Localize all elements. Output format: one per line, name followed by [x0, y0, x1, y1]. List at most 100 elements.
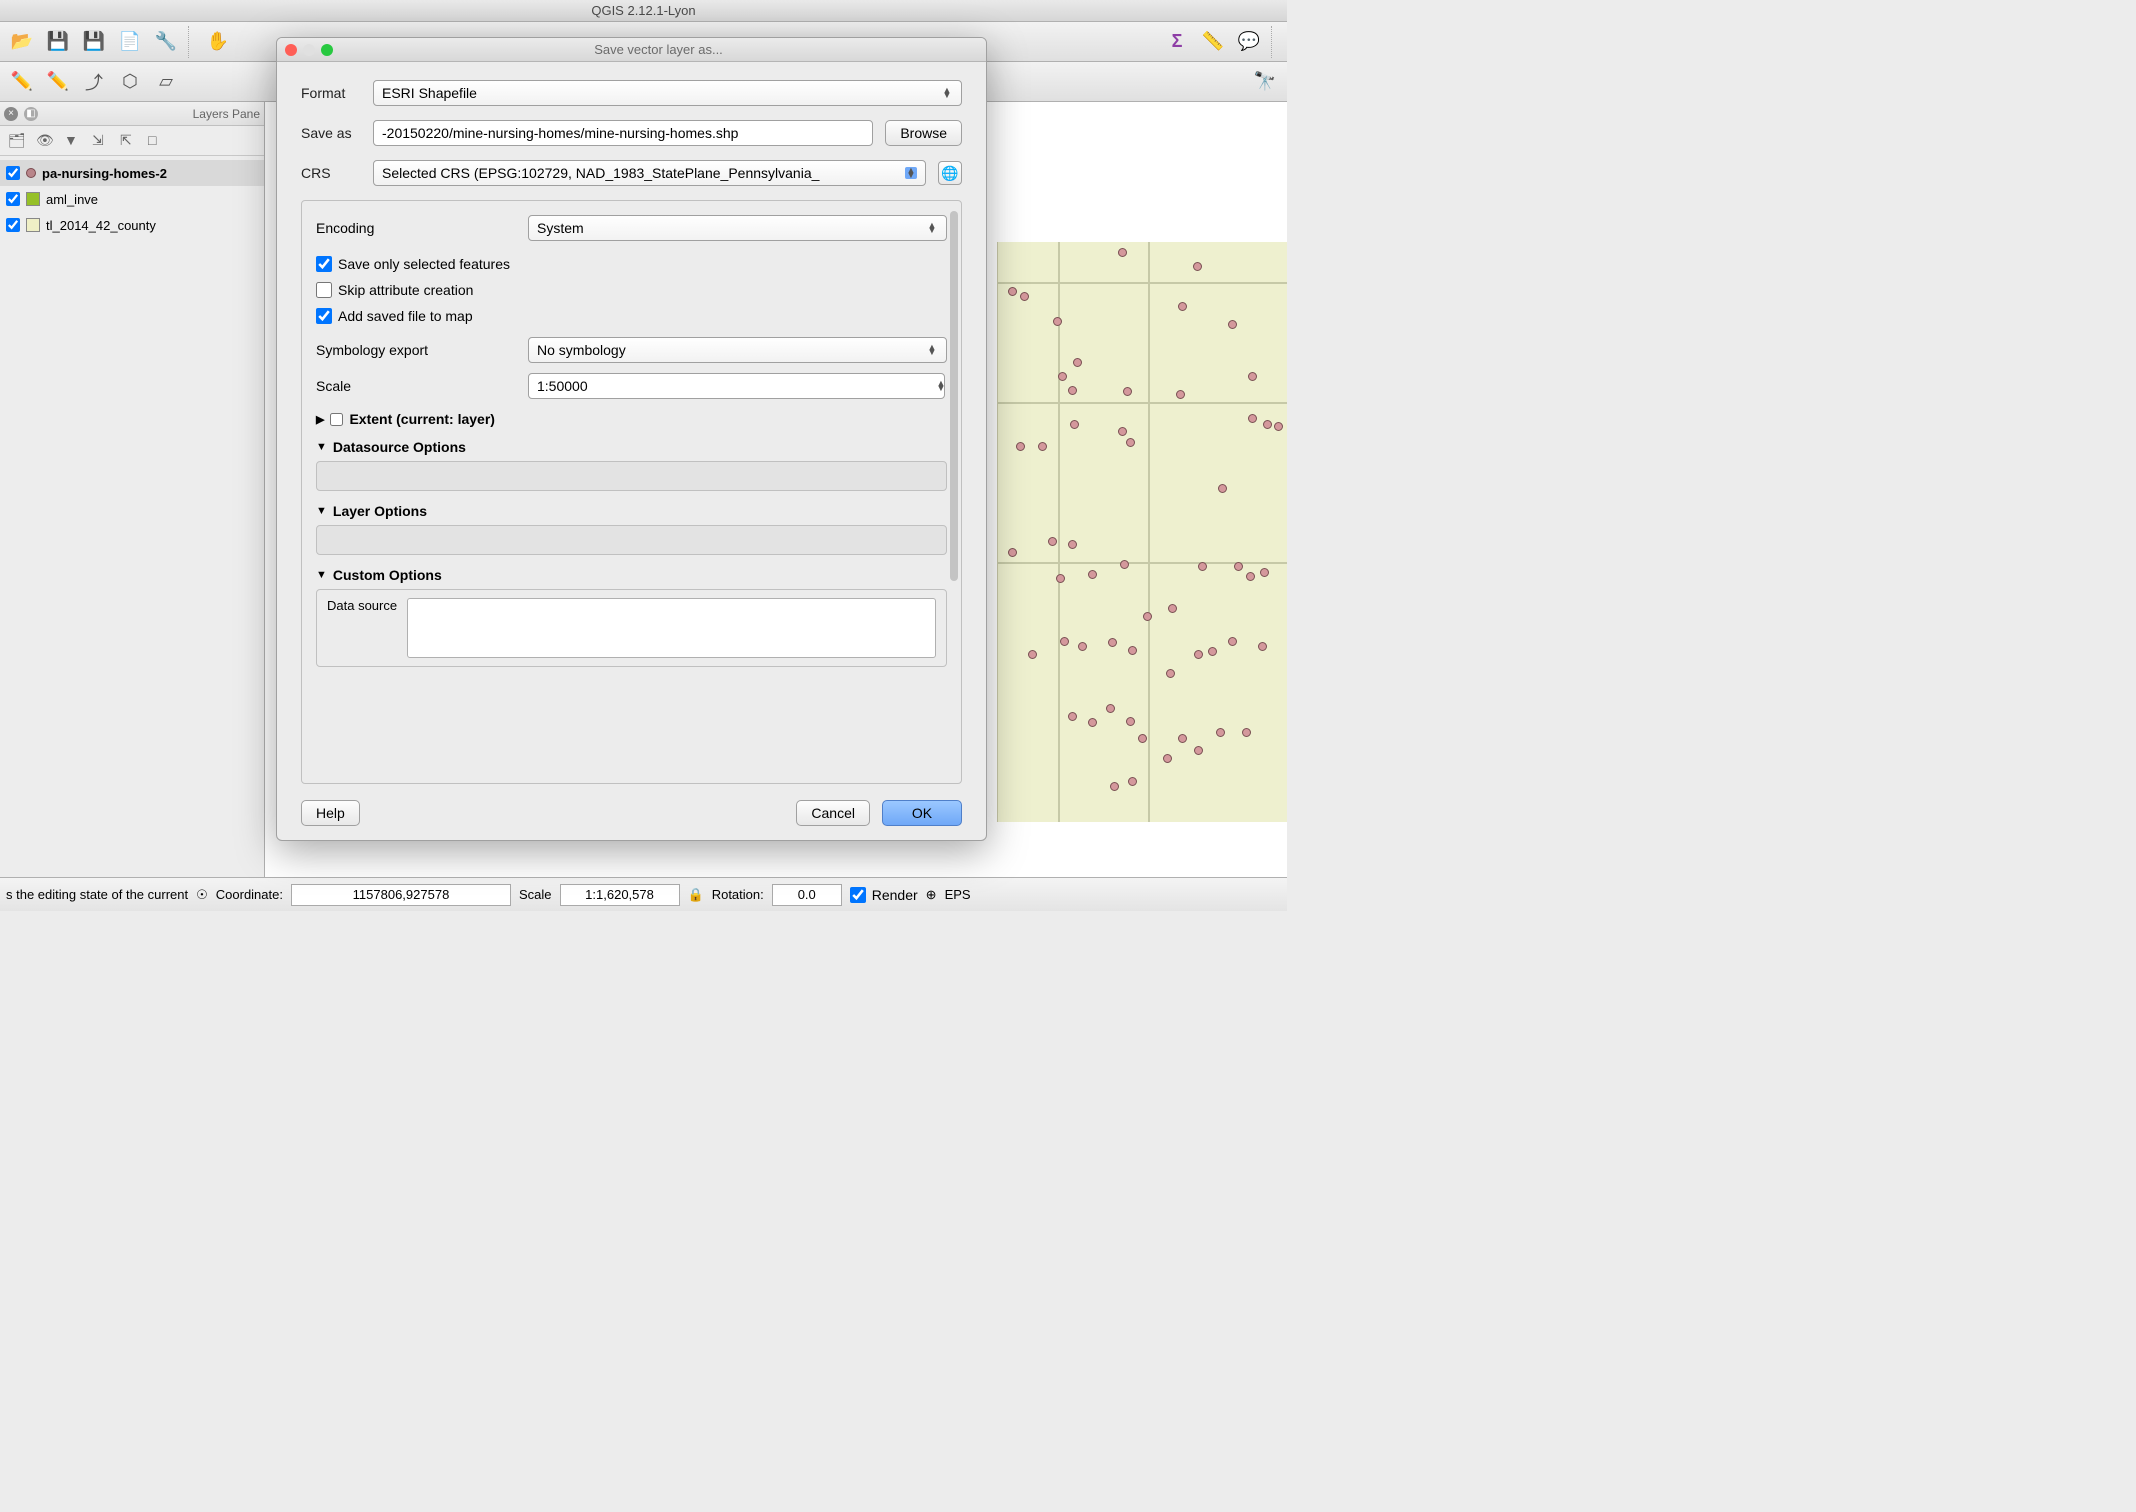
minimize-window-icon[interactable]: [303, 44, 315, 56]
saveas-input[interactable]: -20150220/mine-nursing-homes/mine-nursin…: [373, 120, 873, 146]
arc-icon[interactable]: ⤴: [78, 66, 110, 98]
scale-input[interactable]: 1:50000: [528, 373, 945, 399]
layer-visibility-checkbox[interactable]: [6, 218, 20, 232]
map-region: [997, 242, 1287, 822]
layer-row[interactable]: pa-nursing-homes-2: [0, 160, 264, 186]
select-crs-icon[interactable]: 🌐: [938, 161, 962, 185]
visibility-icon[interactable]: 👁: [36, 132, 54, 150]
ok-button[interactable]: OK: [882, 800, 962, 826]
add-group-icon[interactable]: 🗂: [8, 132, 26, 150]
expand-icon[interactable]: ⇲: [92, 132, 110, 150]
new-layer-icon[interactable]: 📄: [114, 26, 146, 58]
map-point: [1208, 647, 1217, 656]
map-point: [1038, 442, 1047, 451]
map-point: [1028, 650, 1037, 659]
comment-icon[interactable]: 💬: [1233, 26, 1265, 58]
layer-name: pa-nursing-homes-2: [42, 166, 167, 181]
browse-button[interactable]: Browse: [885, 120, 962, 146]
app-titlebar: QGIS 2.12.1-Lyon: [0, 0, 1287, 22]
save-selected-checkbox[interactable]: [316, 256, 332, 272]
render-checkbox-label[interactable]: Render: [850, 882, 918, 908]
open-folder-icon[interactable]: 📂: [6, 26, 38, 58]
add-to-map-checkbox-row[interactable]: Add saved file to map: [316, 303, 947, 329]
tools-icon[interactable]: 🔧: [150, 26, 182, 58]
map-point: [1198, 562, 1207, 571]
map-point: [1068, 712, 1077, 721]
map-point: [1118, 427, 1127, 436]
extent-disclosure[interactable]: ▶ Extent (current: layer): [316, 411, 947, 427]
layer-name: aml_inve: [46, 192, 98, 207]
crs-combo[interactable]: Selected CRS (EPSG:102729, NAD_1983_Stat…: [373, 160, 926, 186]
map-point: [1263, 420, 1272, 429]
layers-list: pa-nursing-homes-2 aml_inve tl_2014_42_c…: [0, 156, 264, 242]
binoculars-icon[interactable]: 🔭: [1249, 66, 1281, 98]
save-selected-checkbox-row[interactable]: Save only selected features: [316, 251, 947, 277]
layer-options-disclosure[interactable]: ▼ Layer Options: [316, 503, 947, 519]
render-checkbox[interactable]: [850, 887, 866, 903]
save-project-icon[interactable]: 💾: [78, 26, 110, 58]
map-point: [1178, 734, 1187, 743]
edit-multi-icon[interactable]: ✏️: [42, 66, 74, 98]
collapse-icon[interactable]: ⇱: [120, 132, 138, 150]
skip-attr-checkbox-row[interactable]: Skip attribute creation: [316, 277, 947, 303]
map-point: [1060, 637, 1069, 646]
poly-icon[interactable]: ▱: [150, 66, 182, 98]
coord-input[interactable]: [291, 884, 511, 906]
layer-options-box: [316, 525, 947, 555]
format-combo[interactable]: ESRI Shapefile ▲▼: [373, 80, 962, 106]
scale-label: Scale: [316, 378, 516, 394]
map-point: [1234, 562, 1243, 571]
spinbox-arrows-icon[interactable]: ▲▼: [935, 381, 947, 391]
layer-row[interactable]: tl_2014_42_county: [0, 212, 264, 238]
layer-visibility-checkbox[interactable]: [6, 166, 20, 180]
save-icon[interactable]: 💾: [42, 26, 74, 58]
zoom-window-icon[interactable]: [321, 44, 333, 56]
layers-panel: × ◧ Layers Pane 🗂 👁 ▼ ⇲ ⇱ □ pa-nursing-h…: [0, 102, 265, 877]
map-point: [1126, 438, 1135, 447]
map-point: [1008, 548, 1017, 557]
custom-options-disclosure[interactable]: ▼ Custom Options: [316, 567, 947, 583]
scrollbar[interactable]: [950, 211, 958, 581]
polygon-symbol-icon: [26, 192, 40, 206]
dialog-titlebar: Save vector layer as...: [277, 38, 986, 62]
symbology-combo[interactable]: No symbology ▲▼: [528, 337, 947, 363]
remove-icon[interactable]: □: [148, 132, 166, 150]
pan-icon[interactable]: ✋: [202, 26, 234, 58]
close-window-icon[interactable]: [285, 44, 297, 56]
help-button[interactable]: Help: [301, 800, 360, 826]
extent-checkbox[interactable]: [330, 413, 343, 426]
sigma-icon[interactable]: Σ: [1161, 26, 1193, 58]
point-symbol-icon: [26, 168, 36, 178]
scale-input[interactable]: [560, 884, 680, 906]
map-point: [1193, 262, 1202, 271]
skip-attr-checkbox[interactable]: [316, 282, 332, 298]
map-point: [1218, 484, 1227, 493]
map-point: [1128, 646, 1137, 655]
node-icon[interactable]: ⬡: [114, 66, 146, 98]
map-point: [1068, 386, 1077, 395]
encoding-combo[interactable]: System ▲▼: [528, 215, 947, 241]
map-point: [1073, 358, 1082, 367]
measure-icon[interactable]: 📏: [1197, 26, 1229, 58]
filter-icon[interactable]: ▼: [64, 132, 82, 150]
rotation-input[interactable]: [772, 884, 842, 906]
map-point: [1168, 604, 1177, 613]
layer-row[interactable]: aml_inve: [0, 186, 264, 212]
map-point: [1078, 642, 1087, 651]
scale-lock-icon[interactable]: 🔒: [688, 887, 704, 903]
data-source-textarea[interactable]: [407, 598, 936, 658]
panel-float-icon[interactable]: ◧: [24, 107, 38, 121]
map-point: [1120, 560, 1129, 569]
save-vector-dialog: Save vector layer as... Format ESRI Shap…: [276, 37, 987, 841]
saveas-label: Save as: [301, 125, 361, 141]
map-point: [1123, 387, 1132, 396]
panel-close-icon[interactable]: ×: [4, 107, 18, 121]
datasource-disclosure[interactable]: ▼ Datasource Options: [316, 439, 947, 455]
pencil-icon[interactable]: ✏️: [6, 66, 38, 98]
cancel-button[interactable]: Cancel: [796, 800, 870, 826]
layer-toolbar: 🗂 👁 ▼ ⇲ ⇱ □: [0, 126, 264, 156]
polygon-symbol-icon: [26, 218, 40, 232]
layer-visibility-checkbox[interactable]: [6, 192, 20, 206]
crs-status-icon[interactable]: ⊕: [926, 887, 937, 903]
add-to-map-checkbox[interactable]: [316, 308, 332, 324]
